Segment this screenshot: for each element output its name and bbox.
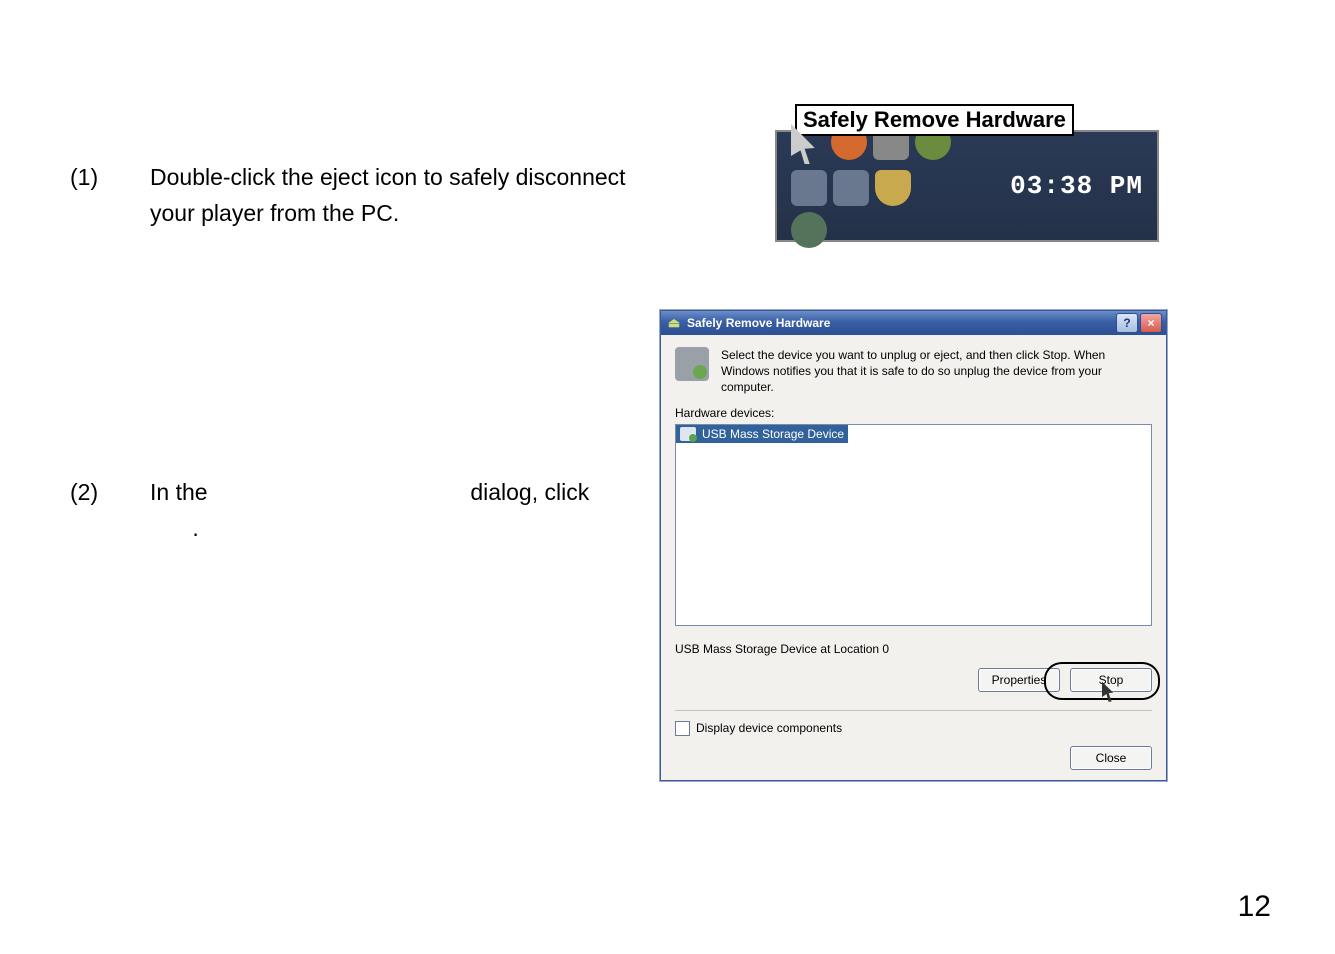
dialog-close-button[interactable]: Close: [1070, 746, 1152, 770]
step-number-1: (1): [70, 160, 150, 196]
hardware-device-list[interactable]: USB Mass Storage Device: [675, 424, 1152, 626]
tray-icon-shield: [875, 170, 911, 206]
dialog-titlebar: ⏏ Safely Remove Hardware ? ×: [661, 311, 1166, 335]
eject-icon: ⏏: [667, 316, 681, 330]
device-list-label: Hardware devices:: [675, 406, 1152, 420]
tray-icon-refresh: [791, 212, 827, 248]
hardware-icon: [675, 347, 709, 381]
safely-remove-hardware-dialog: ⏏ Safely Remove Hardware ? × Select the …: [660, 310, 1167, 781]
tray-icon-generic: [791, 170, 827, 206]
dialog-title: Safely Remove Hardware: [687, 316, 830, 330]
step-text-2: In the dialog, click .: [150, 475, 589, 546]
dialog-description: Select the device you want to unplug or …: [721, 347, 1152, 396]
close-button[interactable]: ×: [1140, 313, 1162, 333]
device-item-label: USB Mass Storage Device: [702, 427, 844, 441]
device-icon: [680, 427, 696, 441]
tray-icon-group: [791, 124, 951, 248]
device-status-line: USB Mass Storage Device at Location 0: [675, 642, 1152, 656]
display-components-label: Display device components: [696, 721, 842, 735]
stop-button[interactable]: Stop: [1070, 668, 1152, 692]
step2-suffix: dialog, click: [470, 479, 589, 505]
tray-clock: 03:38 PM: [1010, 171, 1143, 201]
separator: [675, 710, 1152, 711]
display-components-checkbox[interactable]: [675, 721, 690, 736]
step2-tail: .: [192, 515, 198, 541]
step-text-1: Double-click the eject icon to safely di…: [150, 160, 660, 231]
system-tray-figure: Safely Remove Hardware 03:38 PM: [775, 130, 1159, 242]
properties-button[interactable]: Properties: [978, 668, 1060, 692]
page-number: 12: [1238, 890, 1271, 924]
step2-prefix: In the: [150, 479, 208, 505]
tray-tooltip: Safely Remove Hardware: [795, 104, 1074, 136]
device-list-item[interactable]: USB Mass Storage Device: [676, 425, 848, 443]
help-button[interactable]: ?: [1116, 313, 1138, 333]
tray-icon-eject[interactable]: [833, 170, 869, 206]
step-number-2: (2): [70, 475, 150, 511]
